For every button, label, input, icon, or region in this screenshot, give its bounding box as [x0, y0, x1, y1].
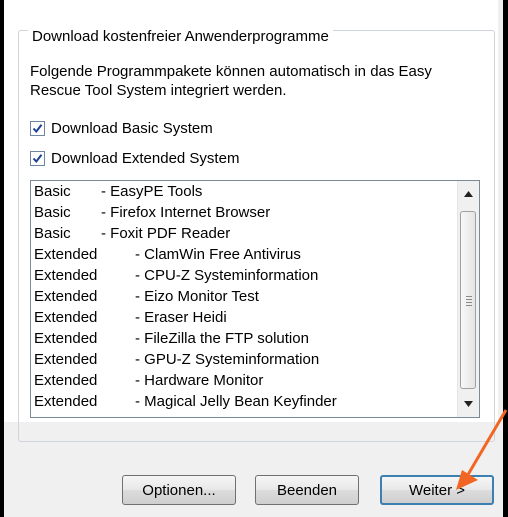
list-item[interactable]: Extended - FileZilla the FTP solution — [31, 328, 455, 349]
program-category: Extended — [34, 288, 98, 305]
program-category: Extended — [34, 330, 98, 347]
list-item[interactable]: Basic - Firefox Internet Browser — [31, 202, 455, 223]
list-item[interactable]: Extended - Magical Jelly Bean Keyfinder — [31, 391, 455, 412]
basic-system-checkbox[interactable] — [30, 120, 45, 136]
program-name: - EasyPE Tools — [101, 183, 203, 200]
basic-system-label[interactable]: Download Basic System — [51, 120, 213, 137]
program-category: Basic — [34, 183, 71, 200]
scrollbar-thumb[interactable] — [460, 211, 476, 389]
program-category: Basic — [34, 225, 71, 242]
list-item[interactable]: Extended - Hardware Monitor — [31, 370, 455, 391]
program-category: Basic — [34, 204, 71, 221]
checkmark-icon — [32, 123, 43, 133]
program-category: Extended — [34, 393, 98, 410]
list-item[interactable]: Extended - GPU-Z Systeminformation — [31, 349, 455, 370]
program-category: Extended — [34, 351, 98, 368]
program-category: Extended — [34, 309, 98, 326]
extended-system-label[interactable]: Download Extended System — [51, 150, 239, 167]
program-name: - Eraser Heidi — [135, 309, 227, 326]
list-item[interactable]: Extended - CPU-Z Systeminformation — [31, 265, 455, 286]
program-name: - FileZilla the FTP solution — [135, 330, 309, 347]
program-category: Extended — [34, 372, 98, 389]
quit-button[interactable]: Beenden — [255, 475, 359, 505]
program-name: - Firefox Internet Browser — [101, 204, 271, 221]
program-name: - Foxit PDF Reader — [101, 225, 231, 242]
extended-system-checkbox[interactable] — [30, 150, 45, 166]
program-name: - CPU-Z Systeminformation — [135, 267, 319, 284]
list-item[interactable]: Extended - Eizo Monitor Test — [31, 286, 455, 307]
group-title: Download kostenfreier Anwenderprogramme — [28, 28, 333, 46]
list-item[interactable]: Extended - Eraser Heidi — [31, 307, 455, 328]
extended-system-option[interactable]: Download Extended System — [30, 148, 239, 168]
description-line-2: Rescue Tool System integriert werden. — [30, 82, 287, 99]
options-button[interactable]: Optionen... — [122, 475, 236, 505]
program-category: Extended — [34, 246, 98, 263]
vertical-scrollbar[interactable] — [457, 181, 479, 417]
program-name: - Magical Jelly Bean Keyfinder — [135, 393, 337, 410]
annotation-arrow-icon — [456, 409, 508, 490]
scroll-grip-icon — [466, 296, 472, 308]
checkmark-icon — [32, 153, 43, 163]
program-name: - GPU-Z Systeminformation — [135, 351, 320, 368]
program-listbox[interactable]: Basic - EasyPE Tools Basic - Firefox Inter… — [30, 180, 480, 418]
description-line-1: Folgende Programmpakete können automatis… — [30, 63, 432, 80]
program-list: Basic - EasyPE Tools Basic - Firefox Inter… — [31, 181, 455, 412]
program-name: - Eizo Monitor Test — [135, 288, 259, 305]
list-item[interactable]: Basic - Foxit PDF Reader — [31, 223, 455, 244]
scroll-up-arrow-icon[interactable] — [458, 183, 479, 204]
list-item[interactable]: Extended - ClamWin Free Antivirus — [31, 244, 455, 265]
description-text: Folgende Programmpakete können automatis… — [30, 62, 490, 100]
list-item[interactable]: Basic - EasyPE Tools — [31, 181, 455, 202]
program-name: - ClamWin Free Antivirus — [135, 246, 301, 263]
program-category: Extended — [34, 267, 98, 284]
program-name: - Hardware Monitor — [135, 372, 264, 389]
basic-system-option[interactable]: Download Basic System — [30, 118, 213, 138]
